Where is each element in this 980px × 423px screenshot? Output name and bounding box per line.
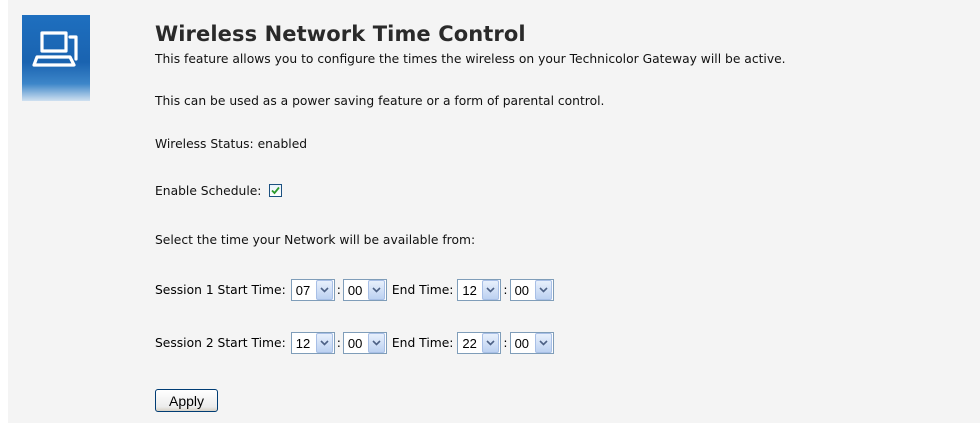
apply-button[interactable]: Apply: [155, 389, 218, 412]
session-1-end-hour-select[interactable]: 12: [457, 279, 502, 301]
enable-schedule-checkbox[interactable]: [269, 184, 283, 197]
time-separator: :: [503, 283, 508, 297]
chevron-down-icon[interactable]: [482, 280, 500, 300]
chevron-down-icon[interactable]: [534, 333, 552, 353]
select-value: 12: [462, 282, 477, 298]
select-value: 00: [347, 282, 363, 298]
power-saving-text: This can be used as a power saving featu…: [155, 94, 605, 108]
select-value: 12: [295, 335, 311, 351]
time-separator: :: [336, 283, 341, 297]
session-1-start-label: Session 1 Start Time:: [155, 283, 286, 297]
time-separator: :: [336, 336, 341, 350]
chevron-down-icon[interactable]: [367, 280, 385, 300]
session-2-end-minute-select[interactable]: 00: [509, 332, 554, 354]
session-1-end-label: End Time:: [391, 283, 454, 297]
session-2-row: Session 2 Start Time: 12 : 00 End Time: …: [155, 332, 554, 354]
enable-schedule-row: Enable Schedule:: [155, 184, 283, 198]
session-2-end-hour-select[interactable]: 22: [457, 332, 502, 354]
network-computer-icon: [22, 15, 90, 101]
chevron-down-icon[interactable]: [315, 280, 333, 300]
time-separator: :: [503, 336, 508, 350]
select-value: 00: [514, 335, 530, 351]
session-1-start-minute-select[interactable]: 00: [342, 279, 387, 301]
chevron-down-icon[interactable]: [482, 333, 500, 353]
session-1-row: Session 1 Start Time: 07 : 00 End Time: …: [155, 279, 554, 301]
session-1-start-hour-select[interactable]: 07: [290, 279, 335, 301]
chevron-down-icon[interactable]: [367, 333, 385, 353]
session-2-start-label: Session 2 Start Time:: [155, 336, 286, 350]
session-1-end-minute-select[interactable]: 00: [509, 279, 554, 301]
checkmark-icon: [271, 186, 281, 195]
wireless-status-text: Wireless Status: enabled: [155, 137, 308, 151]
select-value: 07: [295, 282, 311, 298]
select-value: 00: [514, 282, 530, 298]
session-2-start-minute-select[interactable]: 00: [342, 332, 387, 354]
page-title: Wireless Network Time Control: [155, 22, 526, 46]
session-2-start-hour-select[interactable]: 12: [290, 332, 335, 354]
chevron-down-icon[interactable]: [534, 280, 552, 300]
page: Wireless Network Time Control This featu…: [8, 0, 980, 423]
feature-description: This feature allows you to configure the…: [155, 52, 786, 66]
select-value: 00: [347, 335, 363, 351]
select-time-prompt: Select the time your Network will be ava…: [155, 233, 476, 247]
chevron-down-icon[interactable]: [315, 333, 333, 353]
select-value: 22: [462, 335, 477, 351]
session-2-end-label: End Time:: [391, 336, 454, 350]
enable-schedule-label: Enable Schedule:: [155, 184, 262, 198]
